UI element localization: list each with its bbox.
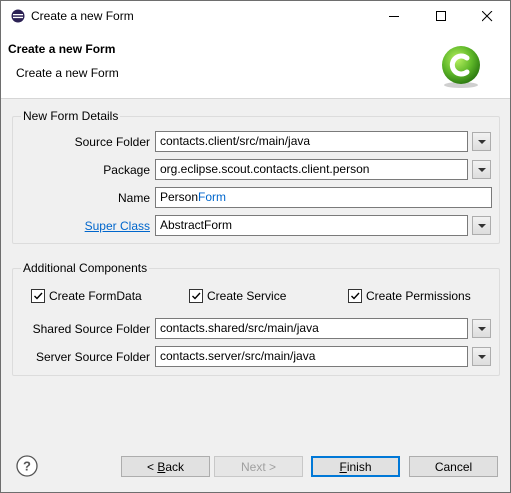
create-service-label: Create Service <box>207 289 287 303</box>
wizard-banner: Create a new Form Create a new Form <box>1 32 510 99</box>
package-dropdown-button[interactable] <box>472 160 491 179</box>
name-prefix: Person <box>160 190 199 204</box>
source-folder-field[interactable]: contacts.client/src/main/java <box>155 131 468 152</box>
title-bar: Create a new Form <box>1 1 510 32</box>
checkbox-checked-icon <box>189 289 203 303</box>
help-icon[interactable]: ? <box>16 455 38 477</box>
name-field[interactable]: PersonForm <box>155 187 492 208</box>
window-title: Create a new Form <box>31 9 134 23</box>
super-class-field[interactable]: AbstractForm <box>155 215 468 236</box>
server-source-folder-label: Server Source Folder <box>35 350 150 364</box>
create-permissions-checkbox[interactable]: Create Permissions <box>348 289 471 303</box>
shared-source-folder-label: Shared Source Folder <box>32 322 150 336</box>
shared-source-folder-dropdown-button[interactable] <box>472 319 491 338</box>
checkbox-checked-icon <box>31 289 45 303</box>
create-formdata-checkbox[interactable]: Create FormData <box>31 289 142 303</box>
next-button[interactable]: Next > <box>214 456 303 477</box>
back-rest: ack <box>165 459 185 474</box>
additional-components-legend: Additional Components <box>21 261 150 275</box>
package-field[interactable]: org.eclipse.scout.contacts.client.person <box>155 159 468 180</box>
super-class-link[interactable]: Super Class <box>61 219 150 233</box>
chevron-down-icon <box>477 223 486 228</box>
super-class-dropdown-button[interactable] <box>472 216 491 235</box>
back-mnemonic: B <box>157 459 166 474</box>
eclipse-app-icon <box>11 9 25 23</box>
create-formdata-label: Create FormData <box>49 289 142 303</box>
back-button[interactable]: < Back <box>121 456 210 477</box>
server-source-folder-field[interactable]: contacts.server/src/main/java <box>155 346 468 367</box>
minimize-button[interactable] <box>371 1 417 32</box>
shared-source-folder-field[interactable]: contacts.shared/src/main/java <box>155 318 468 339</box>
chevron-down-icon <box>477 167 486 172</box>
chevron-down-icon <box>477 326 486 331</box>
cancel-button[interactable]: Cancel <box>409 456 498 477</box>
finish-mnemonic: F <box>339 459 347 474</box>
finish-rest: inish <box>346 459 372 474</box>
svg-text:?: ? <box>23 459 31 474</box>
create-permissions-label: Create Permissions <box>366 289 471 303</box>
finish-button[interactable]: Finish <box>311 456 400 477</box>
scout-logo-icon <box>442 46 480 88</box>
chevron-down-icon <box>477 139 486 144</box>
minimize-icon <box>388 16 399 17</box>
server-source-folder-dropdown-button[interactable] <box>472 347 491 366</box>
source-folder-dropdown-button[interactable] <box>472 132 491 151</box>
new-form-details-legend: New Form Details <box>21 109 121 123</box>
maximize-button[interactable] <box>418 1 464 32</box>
wizard-heading: Create a new Form <box>8 42 116 56</box>
checkbox-checked-icon <box>348 289 362 303</box>
close-icon <box>481 11 492 22</box>
dialog-window: Create a new Form Create a new Form Crea… <box>0 0 511 493</box>
wizard-subtitle: Create a new Form <box>16 66 119 80</box>
chevron-down-icon <box>477 354 486 359</box>
package-label: Package <box>103 163 150 177</box>
back-prefix: < <box>146 459 158 474</box>
close-button[interactable] <box>464 1 510 32</box>
name-label: Name <box>117 191 150 205</box>
create-service-checkbox[interactable]: Create Service <box>189 289 286 303</box>
source-folder-label: Source Folder <box>74 135 150 149</box>
name-suffix: Form <box>198 190 227 204</box>
maximize-icon <box>435 11 446 21</box>
